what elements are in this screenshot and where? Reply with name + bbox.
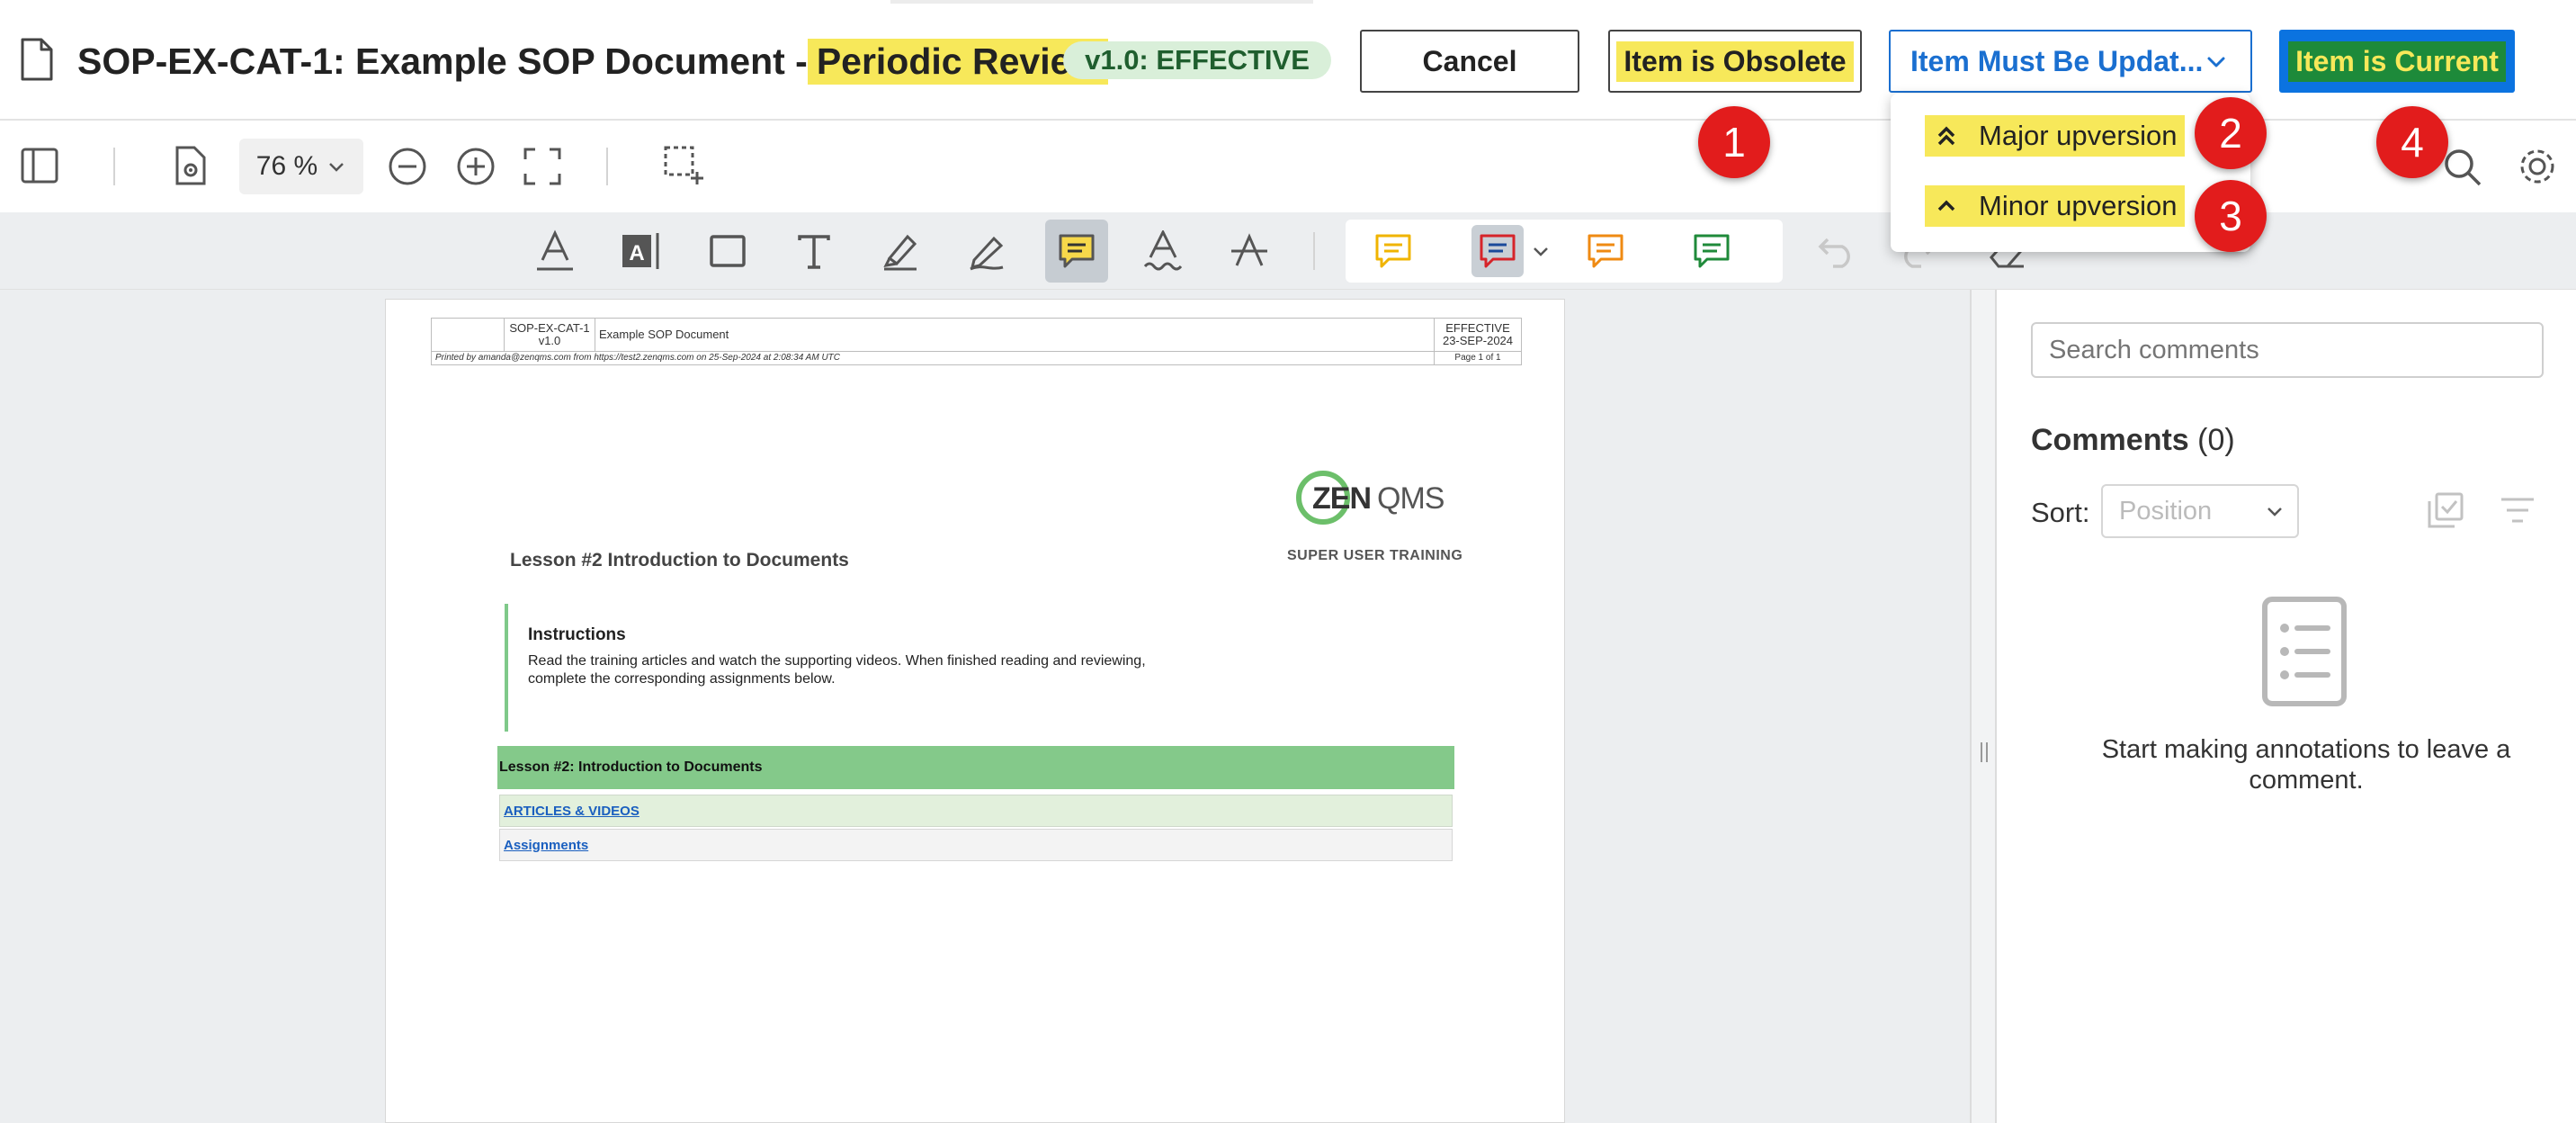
highlighter-icon[interactable]: [878, 229, 923, 274]
document-settings-icon[interactable]: [171, 144, 210, 187]
search-comments-input[interactable]: [2031, 322, 2544, 378]
pen-icon[interactable]: [964, 229, 1009, 274]
comment-green-icon[interactable]: [1689, 229, 1734, 274]
step-marker-1: 1: [1698, 106, 1770, 178]
item-obsolete-button[interactable]: Item is Obsolete: [1608, 30, 1862, 93]
zoom-in-icon[interactable]: [455, 146, 496, 187]
document-viewer: SOP-EX-CAT-1 v1.0 Example SOP Document E…: [0, 290, 1970, 1123]
text-box-icon[interactable]: A: [619, 229, 664, 274]
zoom-out-icon[interactable]: [387, 146, 428, 187]
search-icon[interactable]: [2441, 146, 2484, 189]
item-current-button[interactable]: Item is Current: [2279, 30, 2515, 93]
item-current-label: Item is Current: [2288, 40, 2506, 82]
lesson-bar: Lesson #2: Introduction to Documents: [497, 746, 1454, 789]
pdf-page-cell: Page 1 of 1: [1434, 351, 1522, 365]
zenqms-logo: ZEN QMS: [1296, 471, 1445, 525]
step-marker-2: 2: [2195, 97, 2267, 169]
panel-splitter[interactable]: [1970, 290, 1997, 1123]
articles-row: ARTICLES & VIDEOS: [499, 795, 1453, 827]
toolbar-divider: [1313, 232, 1315, 270]
comments-label: Comments: [2031, 423, 2189, 457]
zoom-select[interactable]: 76 %: [239, 139, 363, 194]
settings-gear-icon[interactable]: [2515, 144, 2560, 189]
instructions-block: Instructions Read the training articles …: [505, 604, 1146, 732]
assignments-row: Assignments: [499, 829, 1453, 861]
drag-handle-icon[interactable]: [1979, 741, 1990, 763]
document-icon: [21, 38, 53, 81]
empty-comments-text: Start making annotations to leave a comm…: [2101, 735, 2511, 795]
item-must-be-updated-dropdown[interactable]: Item Must Be Updat...: [1889, 30, 2252, 93]
svg-text:QMS: QMS: [1377, 481, 1445, 516]
comment-orange-icon[interactable]: [1583, 229, 1628, 274]
fit-page-icon[interactable]: [522, 146, 563, 187]
squiggly-icon[interactable]: [1140, 229, 1185, 274]
item-obsolete-label: Item is Obsolete: [1616, 40, 1854, 82]
step-marker-4: 4: [2376, 106, 2448, 178]
svg-text:A: A: [629, 241, 644, 265]
toolbar-divider: [113, 148, 115, 185]
multi-select-icon[interactable]: [2425, 490, 2466, 531]
comment-yellow-icon[interactable]: [1371, 229, 1416, 274]
pdf-date: 23-SEP-2024: [1442, 334, 1514, 347]
pdf-page-number: Page 1 of 1: [1454, 353, 1501, 363]
empty-notes-icon: [2262, 597, 2347, 706]
pdf-header-id-cell: SOP-EX-CAT-1 v1.0: [504, 318, 595, 352]
filter-icon[interactable]: [2497, 490, 2538, 531]
underline-text-icon[interactable]: [532, 229, 577, 274]
sort-select[interactable]: Position: [2101, 484, 2299, 538]
rectangle-icon[interactable]: [705, 229, 750, 274]
assignments-link[interactable]: Assignments: [504, 838, 588, 853]
instructions-text: Read the training articles and watch the…: [528, 653, 1146, 687]
item-must-be-updated-label: Item Must Be Updat...: [1910, 44, 2204, 77]
pdf-header-status-cell: EFFECTIVE 23-SEP-2024: [1434, 318, 1522, 352]
strikethrough-icon[interactable]: [1227, 229, 1272, 274]
chevron-down-icon: [2207, 57, 2225, 67]
sort-value: Position: [2119, 496, 2213, 526]
status-badge: v1.0: EFFECTIVE: [1063, 41, 1331, 79]
undo-icon[interactable]: [1815, 232, 1858, 272]
chevron-down-icon[interactable]: [1529, 238, 1552, 265]
comments-heading: Comments (0): [2031, 423, 2235, 458]
toolbar-divider: [606, 148, 608, 185]
sidebar-toggle-icon[interactable]: [20, 146, 59, 185]
articles-videos-link[interactable]: ARTICLES & VIDEOS: [504, 804, 640, 819]
pdf-doc-id: SOP-EX-CAT-1: [509, 321, 590, 335]
instructions-title: Instructions: [528, 625, 626, 644]
menu-item-label: Major upversion: [1979, 120, 2178, 151]
page-title-text: SOP-EX-CAT-1: Example SOP Document -: [77, 40, 808, 82]
comments-panel: Comments (0) Sort: Position Start making…: [1997, 290, 2576, 1123]
header-top-line: [890, 0, 1313, 4]
comment-note-icon[interactable]: [1054, 229, 1099, 274]
pdf-training-label: SUPER USER TRAINING: [1287, 548, 1463, 563]
menu-item-major-upversion[interactable]: Major upversion: [1925, 115, 2185, 157]
svg-text:ZEN: ZEN: [1312, 481, 1371, 516]
menu-item-label: Minor upversion: [1979, 190, 2178, 221]
chevron-down-icon: [2267, 508, 2282, 517]
zoom-value: 76 %: [255, 151, 318, 181]
text-icon[interactable]: [792, 229, 836, 274]
pdf-lesson-heading: Lesson #2 Introduction to Documents: [510, 550, 849, 570]
comments-count: (0): [2197, 423, 2235, 457]
step-marker-3: 3: [2195, 180, 2267, 252]
pdf-version: v1.0: [538, 334, 561, 347]
page-title: SOP-EX-CAT-1: Example SOP Document - Per…: [77, 34, 1109, 88]
pdf-page: SOP-EX-CAT-1 v1.0 Example SOP Document E…: [385, 299, 1565, 1123]
cancel-button[interactable]: Cancel: [1360, 30, 1579, 93]
chevron-up-icon: [1937, 200, 1955, 211]
pdf-header-name-cell: Example SOP Document: [595, 318, 1435, 352]
sort-label: Sort:: [2031, 497, 2090, 528]
menu-item-minor-upversion[interactable]: Minor upversion: [1925, 185, 2185, 227]
select-area-icon[interactable]: [662, 144, 705, 187]
pdf-header-empty-cell: [431, 318, 505, 352]
double-chevron-up-icon: [1937, 126, 1955, 146]
pdf-printed-by: Printed by amanda@zenqms.com from https:…: [435, 353, 840, 363]
comment-red-icon[interactable]: [1471, 225, 1524, 277]
chevron-down-icon: [329, 163, 344, 172]
pdf-status: EFFECTIVE: [1445, 321, 1510, 335]
pdf-printed-by-cell: Printed by amanda@zenqms.com from https:…: [431, 351, 1435, 365]
pdf-doc-name: Example SOP Document: [599, 328, 729, 341]
